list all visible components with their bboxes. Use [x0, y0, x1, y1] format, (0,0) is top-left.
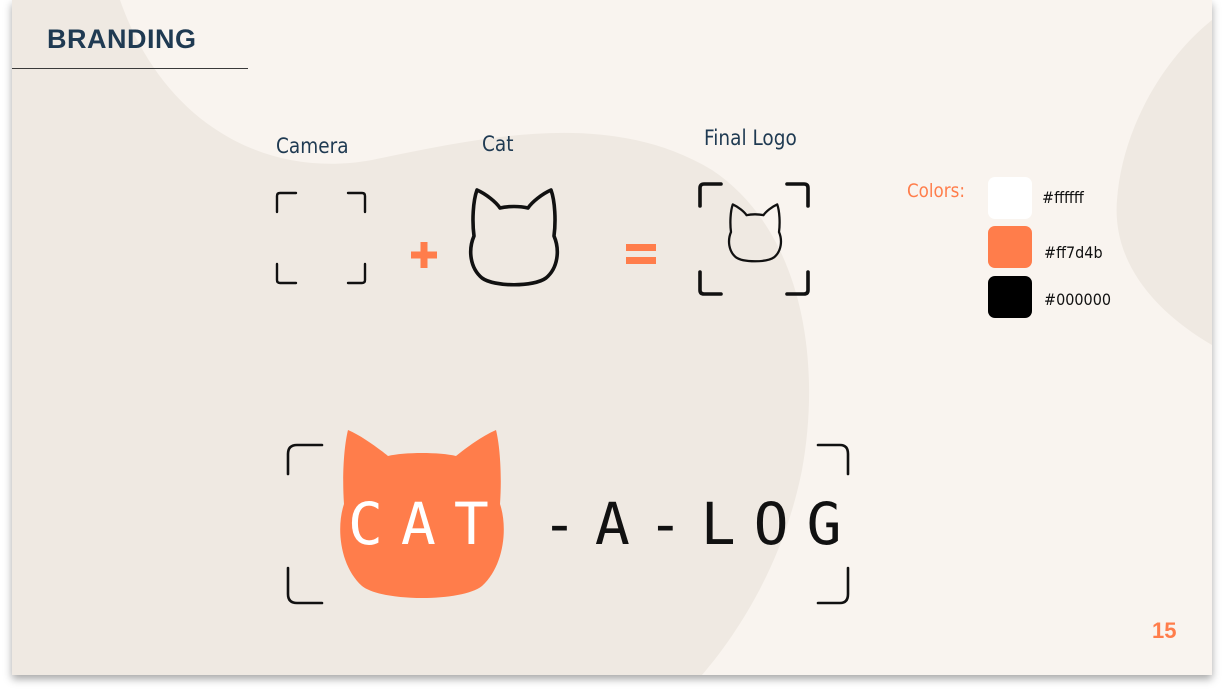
hex-orange: #ff7d4b — [1044, 243, 1103, 262]
swatch-white — [988, 177, 1032, 219]
page-number: 15 — [1152, 618, 1177, 643]
background-blob-right — [1116, 20, 1212, 345]
title-underline — [12, 68, 248, 69]
cat-head-outline-icon — [468, 188, 560, 287]
swatch-black — [988, 276, 1032, 318]
hex-black: #000000 — [1044, 290, 1112, 309]
plus-icon — [411, 242, 437, 268]
label-camera: Camera — [276, 134, 349, 158]
logo-rest-text: -A-LOG — [542, 490, 860, 558]
slide-title: BRANDING — [47, 24, 197, 54]
label-cat: Cat — [482, 132, 514, 156]
camera-frame-icon — [275, 191, 367, 285]
equals-icon — [626, 244, 656, 264]
logo-cat-text: CAT — [348, 490, 507, 558]
label-final-logo: Final Logo — [704, 126, 797, 150]
colors-label: Colors: — [907, 180, 965, 202]
swatch-orange — [988, 226, 1032, 268]
cat-in-frame-icon — [698, 182, 810, 296]
slide: BRANDING Camera Cat Final Logo Colors: #… — [12, 0, 1212, 675]
hex-white: #ffffff — [1042, 188, 1084, 207]
